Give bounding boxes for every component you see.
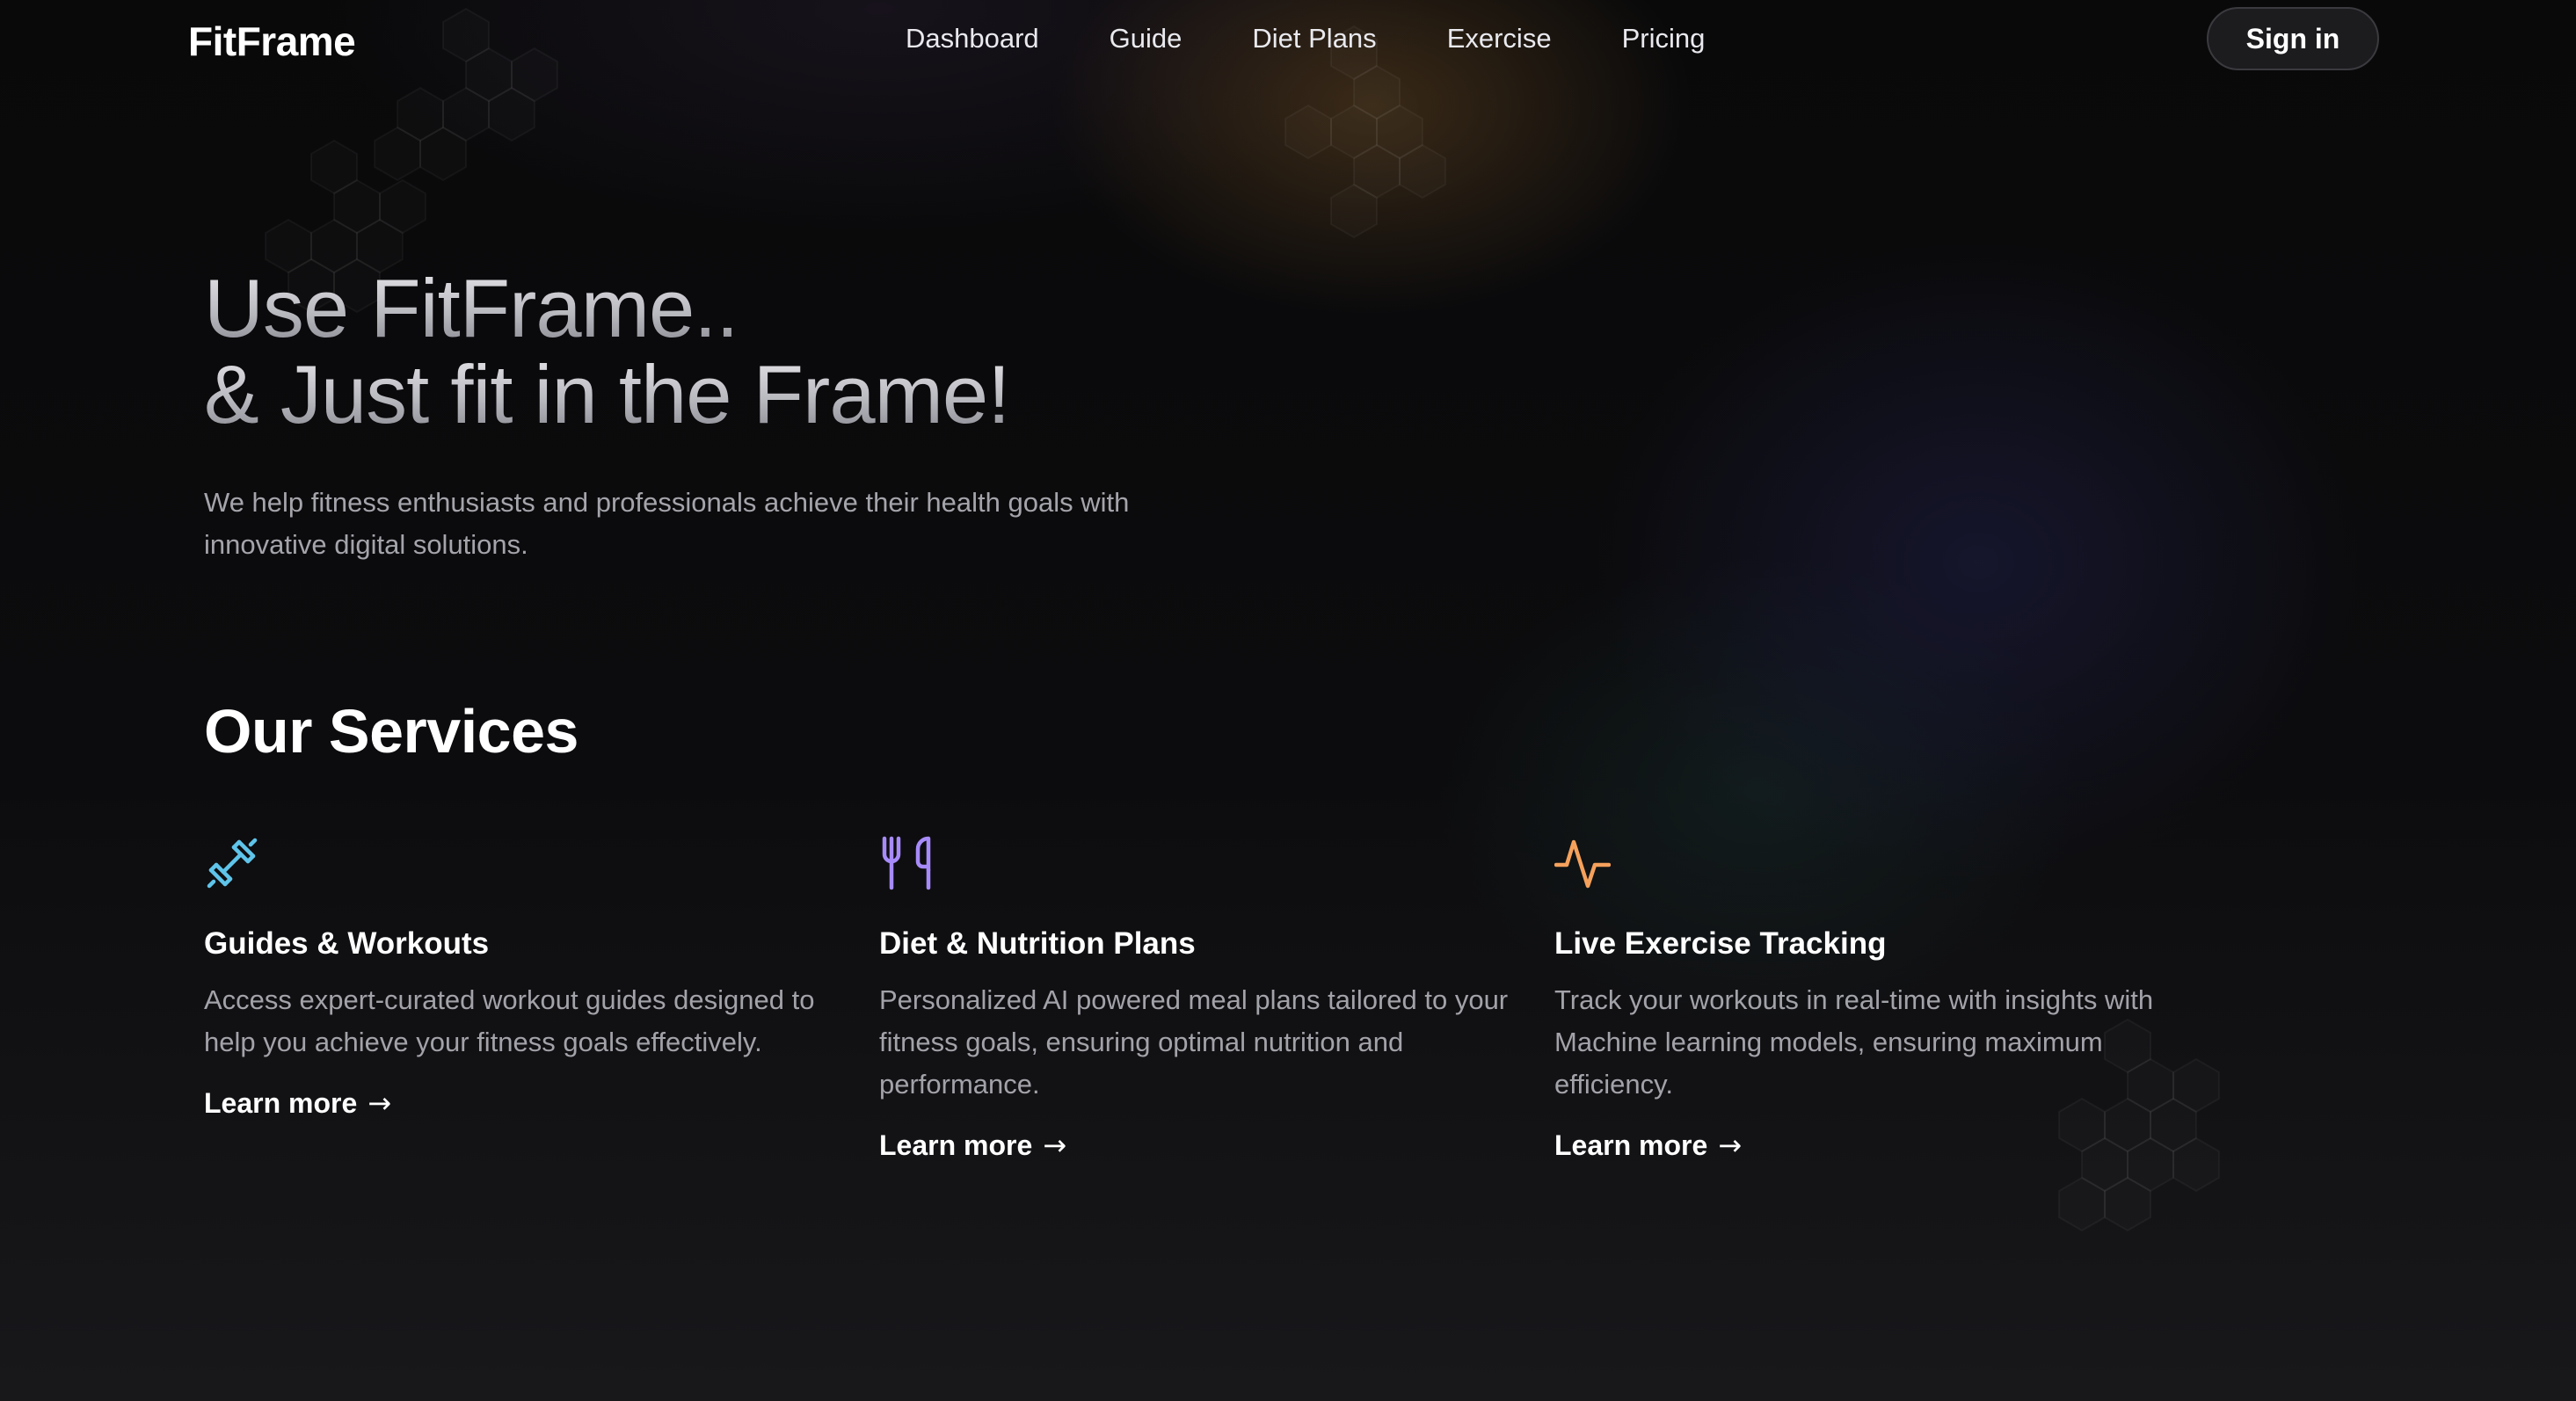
brand-logo[interactable]: FitFrame <box>188 18 356 65</box>
service-card-tracking: Live Exercise Tracking Track your workou… <box>1554 835 2196 1162</box>
nav-link-dashboard[interactable]: Dashboard <box>906 23 1039 54</box>
hero-subtitle: We help fitness enthusiasts and professi… <box>204 487 1130 560</box>
service-description: Track your workouts in real-time with in… <box>1554 984 2154 1100</box>
service-title: Diet & Nutrition Plans <box>879 926 1196 961</box>
nav-link-pricing[interactable]: Pricing <box>1622 23 1706 54</box>
learn-more-label: Learn more <box>204 1086 358 1119</box>
service-title: Live Exercise Tracking <box>1554 926 1887 961</box>
hero-heading: Use FitFrame.. & Just fit in the Frame! <box>204 265 1010 440</box>
arrow-right-icon: → <box>1718 1129 1743 1162</box>
service-description: Access expert-curated workout guides des… <box>204 984 815 1057</box>
arrow-right-icon: → <box>367 1086 392 1120</box>
hero-title-line-1: Use FitFrame.. <box>204 265 1009 352</box>
nav-links: Dashboard Guide Diet Plans Exercise Pric… <box>906 23 1705 54</box>
services-title: Our Services <box>204 697 579 766</box>
nav-link-exercise[interactable]: Exercise <box>1447 23 1552 54</box>
utensils-icon <box>882 836 931 890</box>
service-title: Guides & Workouts <box>204 926 490 961</box>
service-card-diet: Diet & Nutrition Plans Personalized AI p… <box>879 835 1521 1162</box>
sign-in-button[interactable]: Sign in <box>2207 7 2379 70</box>
nav-link-guide[interactable]: Guide <box>1110 23 1182 54</box>
learn-more-link[interactable]: Learn more → <box>1554 1129 1742 1162</box>
activity-icon <box>1554 839 1611 889</box>
service-description: Personalized AI powered meal plans tailo… <box>879 984 1509 1100</box>
service-card-guides: Guides & Workouts Access expert-curated … <box>204 835 846 1120</box>
dumbbell-icon <box>207 838 258 889</box>
learn-more-link[interactable]: Learn more → <box>879 1129 1066 1162</box>
hexagon-shape <box>1284 104 1332 160</box>
learn-more-label: Learn more <box>879 1129 1033 1161</box>
top-navigation: FitFrame Dashboard Guide Diet Plans Exer… <box>0 0 2576 81</box>
nav-link-diet-plans[interactable]: Diet Plans <box>1252 23 1376 54</box>
arrow-right-icon: → <box>1043 1129 1067 1162</box>
hero-title-line-2: & Just fit in the Frame! <box>204 348 1010 440</box>
learn-more-label: Learn more <box>1554 1129 1708 1161</box>
learn-more-link[interactable]: Learn more → <box>204 1086 391 1120</box>
